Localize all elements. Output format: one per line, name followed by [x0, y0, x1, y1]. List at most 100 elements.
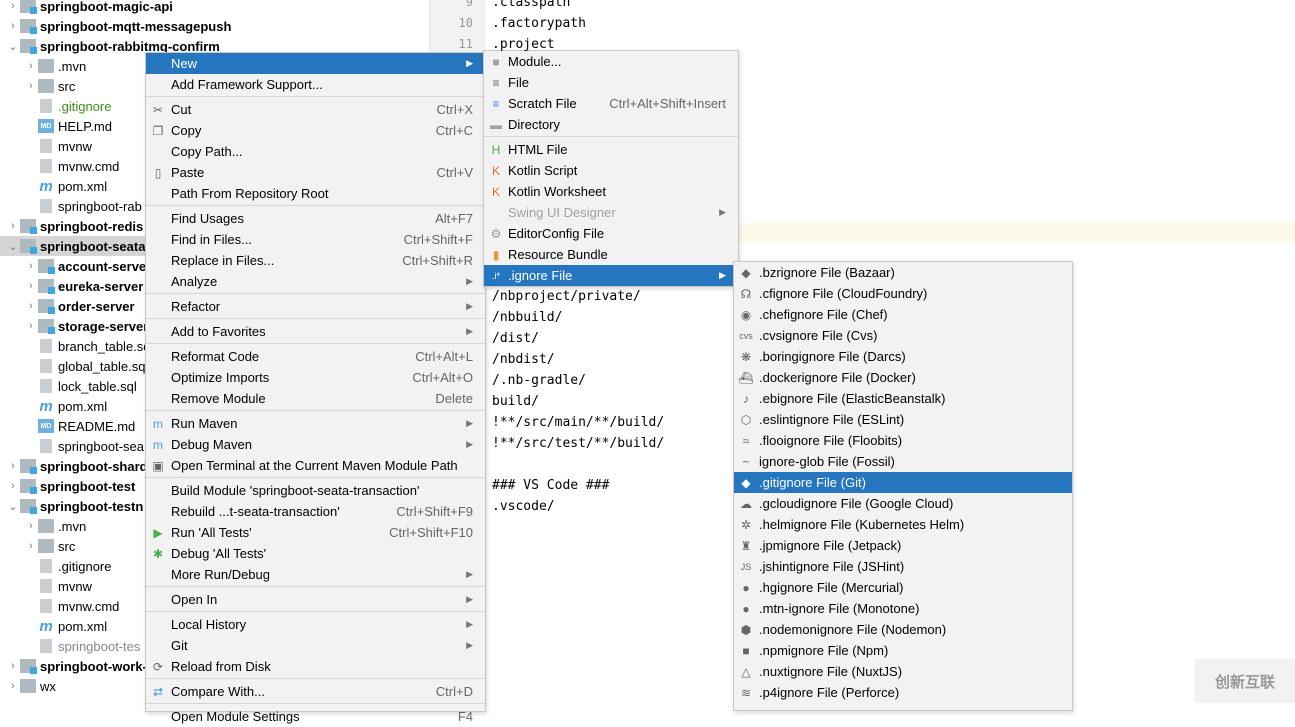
- menu-item-analyze[interactable]: Analyze ▶: [146, 271, 485, 292]
- chevron-right-icon[interactable]: ›: [6, 220, 20, 232]
- menu-item-file[interactable]: ≡ File: [484, 72, 738, 93]
- module-icon: [20, 39, 37, 54]
- menu-item-module[interactable]: ■ Module...: [484, 51, 738, 72]
- menu-item-gitignore-file-git[interactable]: ◆ .gitignore File (Git): [734, 472, 1072, 493]
- menu-item-html-file[interactable]: H HTML File: [484, 139, 738, 160]
- menu-item-rebuild-t-seata-transaction[interactable]: Rebuild ...t-seata-transaction' Ctrl+Shif…: [146, 501, 485, 522]
- chevron-right-icon[interactable]: ›: [6, 20, 20, 32]
- chevron-down-icon[interactable]: ⌄: [6, 240, 20, 253]
- menu-item-add-to-favorites[interactable]: Add to Favorites ▶: [146, 321, 485, 342]
- menu-item-cvsignore-file-cvs[interactable]: cvs .cvsignore File (Cvs): [734, 325, 1072, 346]
- menu-item-jshintignore-file-jshint[interactable]: JS .jshintignore File (JSHint): [734, 556, 1072, 577]
- menu-item-paste[interactable]: ▯ Paste Ctrl+V: [146, 162, 485, 183]
- menu-item-chefignore-file-chef[interactable]: ◉ .chefignore File (Chef): [734, 304, 1072, 325]
- chevron-right-icon[interactable]: ›: [24, 520, 38, 532]
- chevron-down-icon[interactable]: ⌄: [6, 500, 20, 513]
- menu-item-copy[interactable]: ❐ Copy Ctrl+C: [146, 120, 485, 141]
- tree-item[interactable]: › springboot-magic-api: [0, 0, 430, 16]
- chevron-right-icon[interactable]: ›: [24, 260, 38, 272]
- menu-item-directory[interactable]: ▬ Directory: [484, 114, 738, 135]
- tree-item-label: src: [58, 538, 76, 554]
- menu-item-gcloudignore-file-google-cloud[interactable]: ☁ .gcloudignore File (Google Cloud): [734, 493, 1072, 514]
- menu-item-run-maven[interactable]: m Run Maven ▶: [146, 413, 485, 434]
- menu-item-reformat-code[interactable]: Reformat Code Ctrl+Alt+L: [146, 346, 485, 367]
- tree-item[interactable]: › springboot-mqtt-messagepush: [0, 16, 430, 36]
- menu-item-boringignore-file-darcs[interactable]: ❋ .boringignore File (Darcs): [734, 346, 1072, 367]
- chevron-right-icon[interactable]: ›: [6, 480, 20, 492]
- code-line: !**/src/main/**/build/: [492, 415, 665, 430]
- module-icon: ■: [492, 54, 500, 69]
- menu-item-jpmignore-file-jetpack[interactable]: ♜ .jpmignore File (Jetpack): [734, 535, 1072, 556]
- menu-item-find-in-files[interactable]: Find in Files... Ctrl+Shift+F: [146, 229, 485, 250]
- menu-item-copy-path[interactable]: Copy Path...: [146, 141, 485, 162]
- menu-item-ignore-file[interactable]: .i* .ignore File ▶: [484, 265, 738, 286]
- chevron-right-icon[interactable]: ›: [6, 660, 20, 672]
- menu-item-open-module-settings[interactable]: Open Module Settings F4: [146, 706, 485, 727]
- menu-item-flooignore-file-floobits[interactable]: ≈ .flooignore File (Floobits): [734, 430, 1072, 451]
- menu-item-ignore-glob-file-fossil[interactable]: ~ ignore-glob File (Fossil): [734, 451, 1072, 472]
- menu-item-open-terminal-at-the-current-maven-module-path[interactable]: ▣ Open Terminal at the Current Maven Modu…: [146, 455, 485, 476]
- menu-item-kotlin-worksheet[interactable]: K Kotlin Worksheet: [484, 181, 738, 202]
- menu-item-kotlin-script[interactable]: K Kotlin Script: [484, 160, 738, 181]
- menu-item-build-module-springboot-seata-transaction[interactable]: Build Module 'springboot-seata-transacti…: [146, 480, 485, 501]
- chevron-right-icon[interactable]: ›: [24, 320, 38, 332]
- menu-item-nuxtignore-file-nuxtjs[interactable]: △ .nuxtignore File (NuxtJS): [734, 661, 1072, 682]
- menu-item-p4ignore-file-perforce[interactable]: ≋ .p4ignore File (Perforce): [734, 682, 1072, 703]
- menu-item-local-history[interactable]: Local History ▶: [146, 614, 485, 635]
- chevron-right-icon[interactable]: ›: [6, 680, 20, 692]
- shortcut-label: Ctrl+Shift+F9: [396, 504, 473, 519]
- menu-item-replace-in-files[interactable]: Replace in Files... Ctrl+Shift+R: [146, 250, 485, 271]
- menu-item-label: EditorConfig File: [508, 226, 605, 241]
- menu-item-find-usages[interactable]: Find Usages Alt+F7: [146, 208, 485, 229]
- perforce-icon: ≋: [740, 685, 752, 700]
- menu-item-bzrignore-file-bazaar[interactable]: ◆ .bzrignore File (Bazaar): [734, 262, 1072, 283]
- menu-item-debug-all-tests[interactable]: ✱ Debug 'All Tests': [146, 543, 485, 564]
- chevron-right-icon[interactable]: ›: [24, 80, 38, 92]
- menu-item-nodemonignore-file-nodemon[interactable]: ⬢ .nodemonignore File (Nodemon): [734, 619, 1072, 640]
- menu-item-mtn-ignore-file-monotone[interactable]: ● .mtn-ignore File (Monotone): [734, 598, 1072, 619]
- chevron-down-icon[interactable]: ⌄: [6, 40, 20, 53]
- menu-item-label: .boringignore File (Darcs): [759, 349, 906, 364]
- menu-item-resource-bundle[interactable]: ▮ Resource Bundle: [484, 244, 738, 265]
- menu-item-optimize-imports[interactable]: Optimize Imports Ctrl+Alt+O: [146, 367, 485, 388]
- menu-item-eslintignore-file-eslint[interactable]: ⬡ .eslintignore File (ESLint): [734, 409, 1072, 430]
- menu-item-ebignore-file-elasticbeanstalk[interactable]: ♪ .ebignore File (ElasticBeanstalk): [734, 388, 1072, 409]
- menu-item-open-in[interactable]: Open In ▶: [146, 589, 485, 610]
- menu-item-add-framework-support[interactable]: Add Framework Support...: [146, 74, 485, 95]
- chevron-right-icon[interactable]: ›: [24, 540, 38, 552]
- chevron-right-icon[interactable]: ›: [24, 60, 38, 72]
- chevron-right-icon[interactable]: ›: [6, 0, 20, 12]
- menu-item-new[interactable]: New ▶: [146, 53, 485, 74]
- menu-item-npmignore-file-npm[interactable]: ■ .npmignore File (Npm): [734, 640, 1072, 661]
- submenu-arrow-icon: ▶: [466, 619, 473, 629]
- menu-item-cfignore-file-cloudfoundry[interactable]: ☊ .cfignore File (CloudFoundry): [734, 283, 1072, 304]
- menu-item-debug-maven[interactable]: m Debug Maven ▶: [146, 434, 485, 455]
- menu-item-compare-with[interactable]: ⇄ Compare With... Ctrl+D: [146, 681, 485, 702]
- chevron-right-icon[interactable]: ›: [24, 280, 38, 292]
- resource-bundle-icon: ▮: [492, 247, 500, 262]
- menu-item-scratch-file[interactable]: ≡ Scratch File Ctrl+Alt+Shift+Insert: [484, 93, 738, 114]
- menu-item-editorconfig-file[interactable]: ⚙ EditorConfig File: [484, 223, 738, 244]
- menu-item-hgignore-file-mercurial[interactable]: ● .hgignore File (Mercurial): [734, 577, 1072, 598]
- menu-item-refactor[interactable]: Refactor ▶: [146, 296, 485, 317]
- menu-item-path-from-repository-root[interactable]: Path From Repository Root: [146, 183, 485, 204]
- chevron-right-icon[interactable]: ›: [24, 300, 38, 312]
- menu-item-label: Cut: [171, 102, 192, 117]
- menu-item-helmignore-file-kubernetes-helm[interactable]: ✲ .helmignore File (Kubernetes Helm): [734, 514, 1072, 535]
- shortcut-label: Ctrl+V: [436, 165, 473, 180]
- maven-debug-icon: m: [153, 437, 163, 452]
- module-icon: [38, 259, 55, 274]
- menu-item-dockerignore-file-docker[interactable]: ⛴ .dockerignore File (Docker): [734, 367, 1072, 388]
- menu-item-more-run-debug[interactable]: More Run/Debug ▶: [146, 564, 485, 585]
- menu-item-label: .gcloudignore File (Google Cloud): [759, 496, 954, 511]
- file-icon: [40, 339, 52, 353]
- chevron-right-icon[interactable]: ›: [6, 460, 20, 472]
- menu-item-run-all-tests[interactable]: ▶ Run 'All Tests' Ctrl+Shift+F10: [146, 522, 485, 543]
- menu-item-label: Path From Repository Root: [171, 186, 329, 201]
- menu-item-reload-from-disk[interactable]: ⟳ Reload from Disk: [146, 656, 485, 677]
- menu-item-cut[interactable]: ✂ Cut Ctrl+X: [146, 99, 485, 120]
- md-icon: MD: [38, 419, 54, 433]
- module-icon: [20, 239, 37, 254]
- menu-item-git[interactable]: Git ▶: [146, 635, 485, 656]
- menu-item-remove-module[interactable]: Remove Module Delete: [146, 388, 485, 409]
